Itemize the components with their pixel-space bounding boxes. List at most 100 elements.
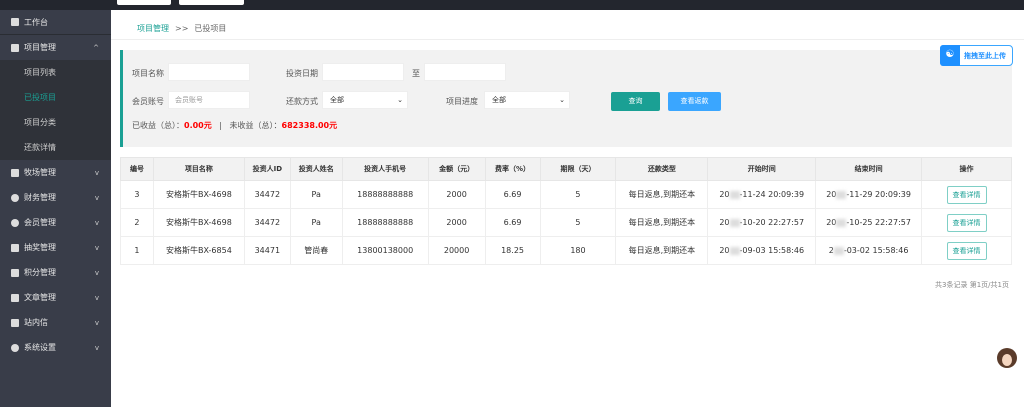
drag-upload-button[interactable]: ☯ 拖拽至此上传 [940, 45, 1013, 66]
top-button[interactable] [179, 0, 244, 5]
sidebar-item-lottery[interactable]: 抽奖管理 v [0, 235, 111, 260]
chevron-down-icon: v [94, 218, 99, 227]
cell-name: 安格斯牛BX-4698 [152, 180, 245, 209]
project-name-label: 项目名称 [132, 69, 164, 78]
date-to-label: 至 [412, 69, 420, 78]
top-bar [0, 0, 1024, 10]
breadcrumb-parent[interactable]: 项目管理 [137, 24, 169, 33]
filter-panel: 项目名称 投资日期 至 会员账号 会员账号 还款方式 全部 ⌄ 项目进度 全部 ⌄ … [120, 50, 1012, 147]
cell-amount: 2000 [427, 208, 486, 237]
progress-select[interactable]: 全部 ⌄ [484, 91, 570, 109]
sidebar-item-settings[interactable]: 系统设置 v [0, 335, 111, 360]
repay-select[interactable]: 全部 ⌄ [322, 91, 408, 109]
cell-days: 180 [539, 236, 617, 265]
cell-phone: 18888888888 [341, 180, 429, 209]
table-row: 1 安格斯牛BX-6854 34471 管尚春 13800138000 20000 18.2… [120, 236, 1012, 265]
cell-end-time: 20 -10-25 22:27:57 [815, 208, 923, 237]
avatar-face [1002, 354, 1012, 366]
breadcrumb: 项目管理 >> 已投项目 [137, 23, 226, 34]
sidebar-item-label: 文章管理 [24, 293, 56, 302]
column-header: 编号 [120, 157, 154, 181]
repay-label: 还款方式 [286, 97, 318, 106]
chevron-down-icon: v [94, 318, 99, 327]
end-time-prefix: 20 [826, 218, 837, 227]
redacted-mask [836, 218, 847, 227]
top-button[interactable] [117, 0, 171, 5]
sidebar-item-article[interactable]: 文章管理 v [0, 285, 111, 310]
project-name-input[interactable] [168, 63, 250, 81]
column-header: 金额（元） [427, 157, 486, 181]
chevron-down-icon: v [94, 193, 99, 202]
view-rebate-button[interactable]: 查看返款 [668, 92, 721, 111]
cell-uname: Pa [289, 208, 343, 237]
cell-rate: 6.69 [484, 208, 541, 237]
cell-days: 5 [539, 208, 617, 237]
message-icon [11, 318, 19, 327]
cell-phone: 18888888888 [341, 208, 429, 237]
redacted-mask [833, 246, 844, 255]
cell-start-time: 20 -09-03 15:58:46 [707, 236, 817, 265]
column-header: 结束时间 [815, 157, 923, 181]
query-button[interactable]: 查询 [611, 92, 660, 111]
column-header: 费率（%） [484, 157, 541, 181]
cell-name: 安格斯牛BX-6854 [152, 236, 245, 265]
view-detail-button[interactable]: 查看详情 [946, 241, 987, 260]
breadcrumb-separator: >> [175, 24, 189, 33]
sidebar-item-label: 工作台 [24, 17, 48, 27]
cell-action: 查看详情 [921, 208, 1012, 237]
end-time-suffix: -10-25 22:27:57 [846, 218, 911, 227]
redacted-mask [836, 190, 847, 199]
sidebar-item-label: 会员管理 [24, 218, 56, 227]
sidebar-item-member[interactable]: 会员管理 v [0, 210, 111, 235]
sidebar-item-label: 系统设置 [24, 343, 56, 352]
redacted-mask [729, 246, 740, 255]
cell-type: 每日返息,到期还本 [615, 180, 709, 209]
sidebar-item-finance[interactable]: 财务管理 v [0, 185, 111, 210]
cell-rate: 6.69 [484, 180, 541, 209]
sidebar-item-project[interactable]: 项目管理 ^ [0, 35, 111, 60]
column-header: 投资人手机号 [341, 157, 429, 181]
invested-table: 编号 项目名称 投资人ID 投资人姓名 投资人手机号 金额（元） 费率（%） 期限（天） 还款类… [120, 157, 1012, 265]
sidebar-item-dashboard[interactable]: 工作台 [0, 10, 111, 35]
sidebar-subitem-repay[interactable]: 还款详情 [0, 135, 111, 160]
upload-icon: ☯ [940, 45, 960, 66]
sidebar-subitem-project-list[interactable]: 项目列表 [0, 60, 111, 85]
dashboard-icon [11, 18, 19, 26]
redacted-mask [729, 190, 740, 199]
sidebar-subitem-invested[interactable]: 已投项目 [0, 85, 111, 110]
upload-label: 拖拽至此上传 [964, 51, 1006, 60]
chevron-down-icon: ⌄ [559, 96, 565, 104]
table-row: 3 安格斯牛BX-4698 34472 Pa 18888888888 2000 6.69 5 每… [120, 180, 1012, 209]
sidebar-item-ranch[interactable]: 牧场管理 v [0, 160, 111, 185]
cell-id: 3 [120, 180, 154, 209]
column-header: 投资人ID [243, 157, 291, 181]
divider [111, 39, 1024, 40]
user-icon [11, 218, 19, 227]
start-time-prefix: 20 [719, 246, 730, 255]
view-detail-button[interactable]: 查看详情 [946, 213, 987, 232]
end-time-suffix: -11-29 20:09:39 [846, 190, 911, 199]
view-detail-button[interactable]: 查看详情 [946, 185, 987, 204]
member-input[interactable]: 会员账号 [168, 91, 250, 109]
earned-label: 已收益（总）： [132, 121, 184, 130]
sidebar-item-points[interactable]: 积分管理 v [0, 260, 111, 285]
unearned-label: 未收益（总）： [229, 121, 282, 130]
earned-value: 0.00元 [184, 121, 212, 130]
start-time-prefix: 20 [719, 218, 730, 227]
chevron-down-icon: v [94, 293, 99, 302]
assistant-avatar[interactable] [997, 348, 1017, 368]
start-time-suffix: -09-03 15:58:46 [739, 246, 805, 255]
sidebar-subitem-category[interactable]: 项目分类 [0, 110, 111, 135]
cell-action: 查看详情 [921, 180, 1012, 209]
repay-value: 全部 [330, 96, 344, 104]
breadcrumb-current: 已投项目 [194, 24, 227, 33]
sidebar-item-message[interactable]: 站内信 v [0, 310, 111, 335]
date-start-input[interactable] [322, 63, 404, 81]
cell-amount: 2000 [427, 180, 486, 209]
cell-uname: Pa [289, 180, 343, 209]
cell-action: 查看详情 [921, 236, 1012, 265]
date-end-input[interactable] [424, 63, 506, 81]
column-header: 项目名称 [152, 157, 245, 181]
invest-date-label: 投资日期 [286, 69, 318, 78]
cell-id: 2 [120, 208, 154, 237]
